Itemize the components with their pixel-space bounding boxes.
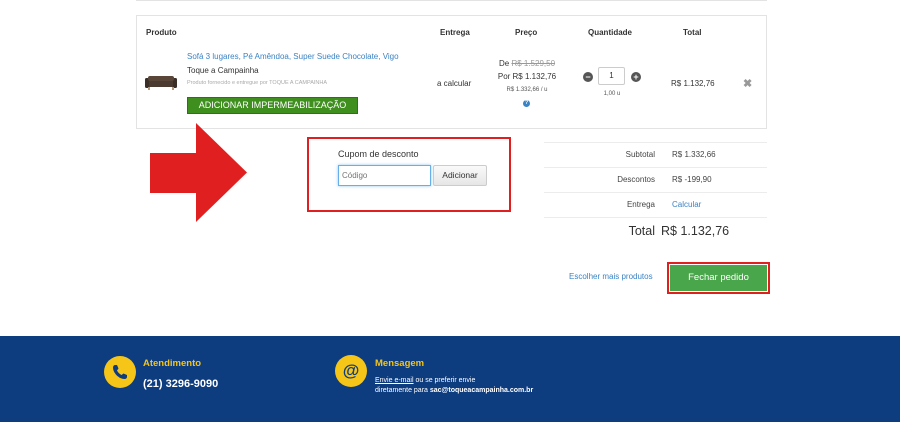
cart-page: Produto Entrega Preço Quantidade Total S… xyxy=(0,0,900,422)
contact-email: sac@toqueacampainha.com.br xyxy=(429,387,534,394)
cart-table: Produto Entrega Preço Quantidade Total S… xyxy=(136,15,767,129)
discount-label: Descontos xyxy=(617,175,655,184)
summary-subtotal-row: Subtotal R$ 1.332,66 xyxy=(544,142,767,167)
phone-glyph-icon xyxy=(113,365,127,379)
discount-value: R$ -199,90 xyxy=(672,175,712,184)
calculate-delivery-link[interactable]: Calcular xyxy=(672,200,701,209)
item-total: R$ 1.132,76 xyxy=(671,79,715,88)
subtotal-value: R$ 1.332,66 xyxy=(672,150,716,159)
message-line-1: Envie e-mail ou se preferir envie xyxy=(375,377,475,384)
price-original-prefix: De xyxy=(498,59,510,68)
remove-item-icon[interactable]: ✖ xyxy=(743,79,752,90)
header-product: Produto xyxy=(146,28,177,37)
message-text-1: ou se preferir envie xyxy=(413,377,476,384)
product-name-link[interactable]: Sofá 3 lugares, Pé Amêndoa, Super Suede … xyxy=(187,52,399,61)
total-value: R$ 1.132,76 xyxy=(661,224,730,238)
message-title: Mensagem xyxy=(375,358,425,369)
quantity-increase-button[interactable]: + xyxy=(631,72,641,82)
summary-delivery-label: Entrega xyxy=(626,200,655,209)
apply-coupon-button[interactable]: Adicionar xyxy=(433,165,487,186)
service-phone: (21) 3296-9090 xyxy=(143,378,219,390)
price-original: De R$ 1.529,50 xyxy=(497,59,557,68)
header-delivery: Entrega xyxy=(440,28,470,37)
top-divider xyxy=(136,0,767,1)
checkout-button[interactable]: Fechar pedido xyxy=(670,265,767,291)
product-seller: Toque a Campainha xyxy=(187,66,259,75)
coupon-code-input[interactable] xyxy=(338,165,431,186)
service-title: Atendimento xyxy=(143,358,202,369)
add-waterproofing-button[interactable]: ADICIONAR IMPERMEABILIZAÇÃO xyxy=(187,97,358,114)
subtotal-label: Subtotal xyxy=(625,150,655,159)
quantity-input[interactable]: 1 xyxy=(598,67,625,85)
product-thumbnail[interactable] xyxy=(145,74,177,94)
footer: Atendimento (21) 3296-9090 @ Mensagem En… xyxy=(0,336,900,422)
price-current: Por R$ 1.132,76 xyxy=(497,72,557,81)
item-delivery: a calcular xyxy=(437,79,472,88)
product-fulfillment-note: Produto fornecido e entregue por TOQUE A… xyxy=(187,80,328,86)
choose-more-products-link[interactable]: Escolher mais produtos xyxy=(569,272,653,281)
price-per-unit: R$ 1.332,66 / u xyxy=(506,87,548,93)
info-icon[interactable]: ? xyxy=(523,100,530,107)
coupon-label: Cupom de desconto xyxy=(338,149,419,159)
summary-total-row: Total R$ 1.132,76 xyxy=(544,217,767,245)
header-total: Total xyxy=(683,28,702,37)
summary-delivery-row: Entrega Calcular xyxy=(544,192,767,217)
quantity-unit: 1,00 u xyxy=(603,91,621,97)
header-price: Preço xyxy=(515,28,538,37)
price-original-value: R$ 1.529,50 xyxy=(511,59,556,68)
at-sign-icon: @ xyxy=(335,355,367,387)
phone-icon xyxy=(104,356,136,388)
message-line-2: diretamente para sac@toqueacampainha.com… xyxy=(375,387,533,394)
header-quantity: Quantidade xyxy=(588,28,633,37)
summary-discount-row: Descontos R$ -199,90 xyxy=(544,167,767,192)
send-email-link[interactable]: Envie e-mail xyxy=(375,377,414,384)
total-label: Total xyxy=(628,224,655,238)
quantity-decrease-button[interactable]: − xyxy=(583,72,593,82)
red-right-arrow-icon xyxy=(150,123,247,222)
coupon-section: Cupom de desconto Adicionar xyxy=(307,137,511,212)
message-text-2: diretamente para xyxy=(375,387,430,394)
